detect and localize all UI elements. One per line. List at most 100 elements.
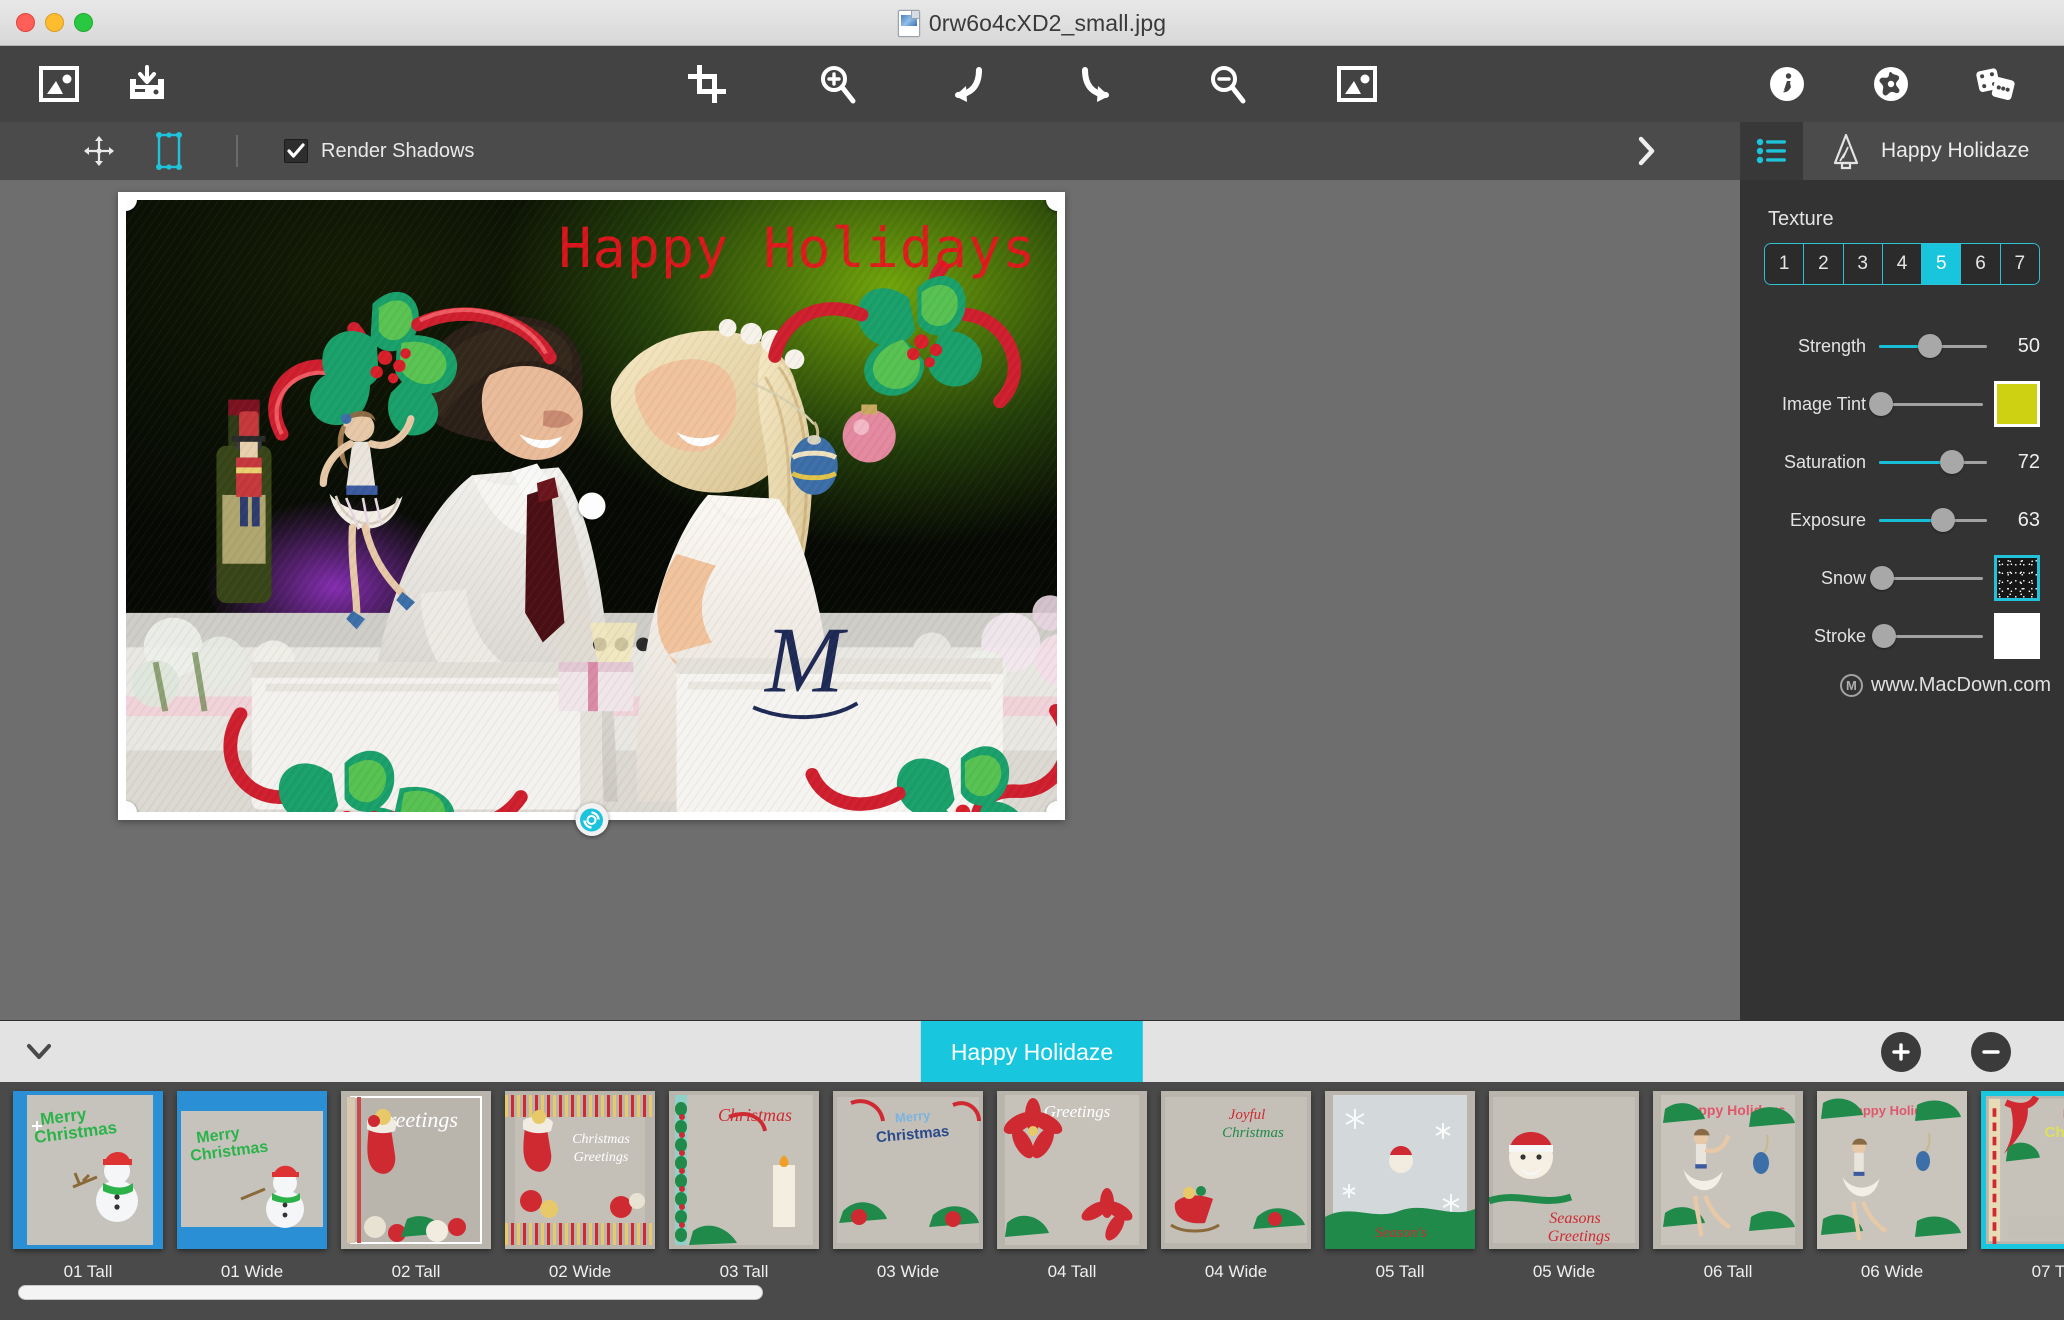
open-image-icon[interactable] <box>38 63 80 105</box>
horizontal-scrollbar-track[interactable] <box>0 1285 2064 1312</box>
save-image-icon[interactable] <box>126 63 168 105</box>
slider-track[interactable] <box>1872 621 1983 651</box>
bottom-bar: Happy Holidaze <box>0 1020 2064 1083</box>
texture-segmented-control[interactable]: 1 2 3 4 5 6 7 <box>1764 243 2040 285</box>
template-thumbnail-01-tall[interactable]: Merry Christmas <box>13 1091 163 1249</box>
title-bar: 0rw6o4cXD2_small.jpg <box>0 0 2064 46</box>
move-tool-icon[interactable] <box>78 130 120 172</box>
move-handle-center[interactable] <box>578 492 605 520</box>
horizontal-scrollbar-thumb[interactable] <box>18 1285 763 1300</box>
photo-artwork[interactable]: M <box>126 200 1057 812</box>
active-collection-tab[interactable]: Happy Holidaze <box>920 1021 1144 1083</box>
texture-option-6[interactable]: 6 <box>1961 244 2001 284</box>
options-bar: Render Shadows Happy Holidaze <box>0 122 2064 180</box>
slider-track[interactable] <box>1879 331 1987 361</box>
page-title: 0rw6o4cXD2_small.jpg <box>928 9 1167 36</box>
template-thumbnail-label: 01 Tall <box>63 1262 113 1281</box>
tab-adjustments-list[interactable] <box>1741 122 1803 180</box>
slider-track[interactable] <box>1869 389 1983 419</box>
template-thumbnail-04-wide[interactable]: Joyful Christmas <box>1161 1091 1311 1249</box>
checkbox-box[interactable] <box>284 139 308 163</box>
slider-track[interactable] <box>1879 447 1987 477</box>
canvas-area[interactable]: M <box>0 180 1740 1020</box>
template-thumbnail-06-tall[interactable]: Happy Holidays <box>1653 1091 1803 1249</box>
template-thumbnail-05-wide[interactable]: Seasons Greetings <box>1489 1091 1639 1249</box>
slider-row-stroke: Stroke <box>1764 607 2040 665</box>
slider-knob[interactable] <box>1917 334 1942 358</box>
template-thumbnail-cell[interactable]: Greetings 02 Tall <box>336 1091 496 1282</box>
texture-option-7[interactable]: 7 <box>2000 244 2039 284</box>
template-thumbnail-label: 07 Tall <box>2031 1262 2064 1281</box>
template-thumbnail-cell[interactable]: Merry Christmas 07 Tall <box>1976 1091 2064 1282</box>
template-thumbnail-label: 05 Wide <box>1532 1262 1596 1281</box>
template-thumbnail-cell[interactable]: Greetings 04 Tall <box>992 1091 1152 1282</box>
snowflake-icon[interactable] <box>1870 63 1912 105</box>
template-thumbnail-07-tall[interactable]: Merry Christmas <box>1981 1091 2064 1249</box>
zoom-in-icon[interactable] <box>816 63 858 105</box>
template-thumbnail-cell[interactable]: Christmas Greetings 02 Wide <box>500 1091 660 1282</box>
template-thumbnail-02-tall[interactable]: Greetings <box>341 1091 491 1249</box>
template-thumbnail-01-wide[interactable]: Merry Christmas <box>177 1091 327 1249</box>
minus-circle-icon[interactable] <box>1971 1031 2011 1072</box>
texture-option-1[interactable]: 1 <box>1765 244 1805 284</box>
svg-text:Christmas: Christmas <box>572 1132 630 1147</box>
application-window: 0rw6o4cXD2_small.jpg Render Shadows Happ… <box>0 0 2064 1320</box>
watermark-text: www.MacDown.com <box>1870 674 2051 696</box>
slider-knob[interactable] <box>1872 624 1897 648</box>
template-strip[interactable]: Merry Christmas 01 Tall Merry Christmas … <box>0 1082 2064 1320</box>
slider-knob[interactable] <box>1930 508 1955 532</box>
template-thumbnail-cell[interactable]: Happy Holidays 06 Wide <box>1812 1091 1972 1282</box>
render-shadows-checkbox[interactable]: Render Shadows <box>284 139 474 163</box>
dice-icon[interactable] <box>1974 63 2016 105</box>
texture-option-2[interactable]: 2 <box>1804 244 1844 284</box>
template-thumbnail-02-wide[interactable]: Christmas Greetings <box>505 1091 655 1249</box>
rotate-handle[interactable] <box>575 803 608 836</box>
slider-track[interactable] <box>1870 563 1983 593</box>
template-thumbnail-cell[interactable]: Merry Christmas 03 Wide <box>828 1091 988 1282</box>
main-toolbar <box>0 46 2064 122</box>
theme-name-label: Happy Holidaze <box>1881 139 2030 162</box>
template-thumbnail-04-tall[interactable]: Greetings <box>997 1091 1147 1249</box>
slider-knob[interactable] <box>1870 566 1895 590</box>
undo-icon[interactable] <box>946 63 988 105</box>
template-thumbnail-06-wide[interactable]: Happy Holidays <box>1817 1091 1967 1249</box>
color-swatch-image-tint[interactable] <box>1994 381 2040 427</box>
info-icon[interactable] <box>1766 63 1808 105</box>
texture-option-3[interactable]: 3 <box>1843 244 1883 284</box>
svg-text:Greetings: Greetings <box>574 1150 629 1165</box>
slider-knob[interactable] <box>1940 450 1965 474</box>
template-thumbnail-03-tall[interactable]: Christmas <box>669 1091 819 1249</box>
slider-knob[interactable] <box>1869 392 1894 416</box>
texture-option-4[interactable]: 4 <box>1882 244 1923 284</box>
template-thumbnail-cell[interactable]: Christmas 03 Tall <box>664 1091 824 1282</box>
photo-frame[interactable]: M <box>118 192 1065 836</box>
plus-circle-icon[interactable] <box>1881 1031 1921 1072</box>
fit-image-icon[interactable] <box>1336 63 1378 105</box>
texture-option-5[interactable]: 5 <box>1922 244 1962 284</box>
chevron-down-icon[interactable] <box>0 1043 52 1061</box>
template-thumbnail-label: 04 Tall <box>1047 1262 1097 1281</box>
tab-theme[interactable]: Happy Holidaze <box>1803 130 2029 172</box>
template-thumbnail-03-wide[interactable]: Merry Christmas <box>833 1091 983 1249</box>
crop-icon[interactable] <box>686 63 728 105</box>
zoom-out-icon[interactable] <box>1206 63 1248 105</box>
template-thumbnail-cell[interactable]: Happy Holidays 06 Tall <box>1648 1091 1808 1282</box>
template-thumbnail-cell[interactable]: Joyful Christmas 04 Wide <box>1156 1091 1316 1282</box>
template-thumbnail-05-tall[interactable]: Season's <box>1325 1091 1475 1249</box>
redo-icon[interactable] <box>1076 63 1118 105</box>
template-thumbnail-cell[interactable]: Merry Christmas 01 Wide <box>172 1091 332 1282</box>
slider-row-exposure: Exposure 63 <box>1764 491 2040 549</box>
svg-text:Seasons: Seasons <box>1549 1210 1601 1227</box>
svg-text:Christmas: Christmas <box>1222 1125 1284 1141</box>
color-swatch-stroke[interactable] <box>1994 613 2040 659</box>
template-thumbnail-cell[interactable]: Merry Christmas 01 Tall <box>8 1091 168 1282</box>
slider-label: Strength <box>1797 335 1866 356</box>
transform-tool-icon[interactable] <box>148 130 190 172</box>
chevron-right-icon[interactable] <box>1636 135 1658 167</box>
slider-label: Stroke <box>1813 625 1866 646</box>
color-swatch-snow[interactable] <box>1994 555 2040 601</box>
slider-track[interactable] <box>1879 505 1987 535</box>
adjustments-panel: Texture 1 2 3 4 5 6 7 Strength 50 Image Ti… <box>1740 180 2064 1020</box>
template-thumbnail-cell[interactable]: Season's 05 Tall <box>1320 1091 1480 1282</box>
template-thumbnail-cell[interactable]: Seasons Greetings 05 Wide <box>1484 1091 1644 1282</box>
